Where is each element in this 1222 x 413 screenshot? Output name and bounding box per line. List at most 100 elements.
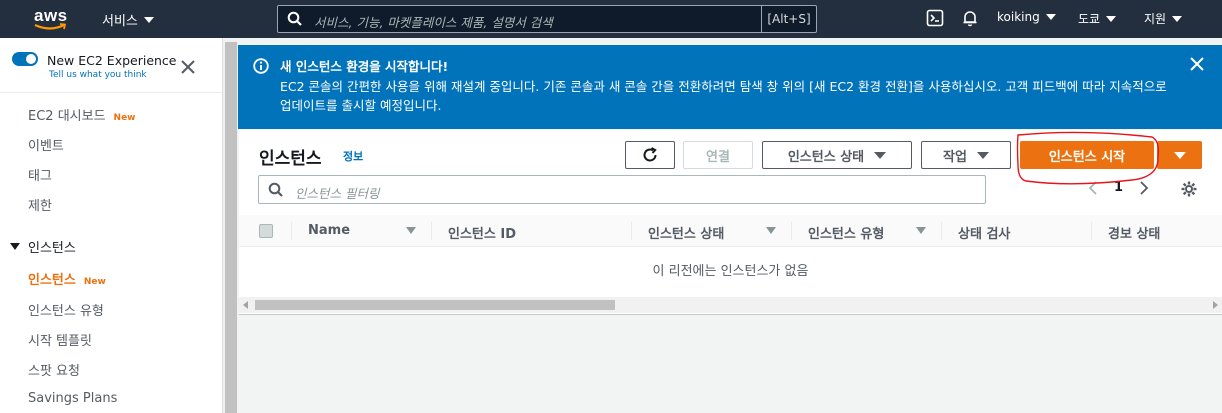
chevron-down-icon bbox=[1045, 14, 1056, 20]
bell-icon bbox=[963, 11, 977, 27]
filter-placeholder: 인스턴스 필터링 bbox=[295, 186, 380, 201]
empty-state-message: 이 리전에는 인스턴스가 없음 bbox=[652, 264, 809, 279]
column-alarm-status[interactable]: 경보 상태 bbox=[1108, 223, 1160, 242]
sidebar-scrollbar[interactable] bbox=[222, 38, 238, 413]
terminal-icon bbox=[926, 9, 944, 27]
sidebar-item-instances[interactable]: 인스턴스 New bbox=[28, 269, 106, 288]
page-title: 인스턴스 bbox=[259, 149, 322, 169]
refresh-button[interactable] bbox=[625, 141, 675, 169]
scrollbar-thumb[interactable] bbox=[225, 42, 237, 413]
sidebar-item-label: EC2 대시보드 bbox=[28, 109, 106, 124]
instance-state-label: 인스턴스 상태 bbox=[787, 149, 865, 165]
column-divider bbox=[1091, 222, 1092, 240]
sidebar-item-spot-requests[interactable]: 스팟 요청 bbox=[28, 360, 80, 379]
sidebar-item-label: 스팟 요청 bbox=[28, 364, 80, 379]
sidebar-item-limits[interactable]: 제한 bbox=[28, 195, 52, 214]
chevron-down-icon bbox=[1172, 15, 1183, 22]
account-name: koiking bbox=[997, 10, 1040, 24]
horizontal-scrollbar[interactable] bbox=[239, 297, 1222, 313]
flash-body: EC2 콘솔의 간편한 사용을 위해 재설계 중입니다. 기존 콘솔과 새 콘솔… bbox=[280, 79, 1167, 113]
close-icon[interactable] bbox=[181, 60, 195, 74]
services-menu[interactable]: 서비스 bbox=[102, 10, 154, 29]
search-icon bbox=[268, 182, 283, 197]
red-circle-annotation bbox=[1016, 131, 1160, 185]
region-menu[interactable]: 도쿄 bbox=[1078, 10, 1117, 27]
notifications-button[interactable] bbox=[961, 9, 979, 27]
sidebar-item-savings-plans[interactable]: Savings Plans bbox=[28, 391, 117, 406]
feedback-link[interactable]: Tell us what you think bbox=[49, 70, 147, 80]
support-menu[interactable]: 지원 bbox=[1144, 10, 1183, 27]
caret-down-icon bbox=[10, 243, 20, 250]
caret-down-icon bbox=[874, 151, 887, 159]
column-instance-type[interactable]: 인스턴스 유형 bbox=[808, 223, 884, 242]
sidebar-item-tags[interactable]: 태그 bbox=[28, 165, 52, 184]
region-name: 도쿄 bbox=[1078, 12, 1101, 26]
sidebar-section-label: 인스턴스 bbox=[28, 241, 76, 256]
instance-filter-input[interactable]: 인스턴스 필터링 bbox=[258, 175, 986, 204]
sidebar-item-label: 시작 템플릿 bbox=[28, 334, 92, 349]
aws-logo[interactable]: aws bbox=[34, 6, 74, 32]
launch-options-button[interactable] bbox=[1157, 141, 1202, 169]
gear-icon[interactable] bbox=[1180, 180, 1198, 198]
sidebar-item-launch-templates[interactable]: 시작 템플릿 bbox=[28, 330, 92, 349]
sort-icon[interactable] bbox=[916, 227, 926, 234]
caret-down-icon bbox=[1173, 151, 1186, 159]
column-instance-state[interactable]: 인스턴스 상태 bbox=[648, 223, 724, 242]
services-label: 서비스 bbox=[102, 14, 138, 29]
column-divider bbox=[941, 222, 942, 240]
sidebar-item-label: 인스턴스 bbox=[28, 273, 76, 288]
sidebar-item-label: 태그 bbox=[28, 169, 52, 184]
chevron-down-icon bbox=[1106, 15, 1117, 22]
column-divider bbox=[791, 222, 792, 240]
new-experience-label: New EC2 Experience bbox=[47, 53, 177, 68]
sidebar-item-label: Savings Plans bbox=[28, 391, 118, 406]
sidebar: New EC2 Experience Tell us what you thin… bbox=[0, 38, 222, 413]
flash-banner: 새 인스턴스 환경을 시작합니다! EC2 콘솔의 간편한 사용을 위해 재설계… bbox=[238, 45, 1222, 129]
scroll-right-icon[interactable] bbox=[1213, 301, 1218, 309]
flash-title: 새 인스턴스 환경을 시작합니다! bbox=[280, 59, 449, 74]
sidebar-item-ec2-dashboard[interactable]: EC2 대시보드 New bbox=[28, 105, 136, 124]
actions-label: 작업 bbox=[943, 149, 967, 165]
sidebar-item-label: 제한 bbox=[28, 199, 52, 214]
search-icon bbox=[287, 11, 302, 26]
close-icon[interactable] bbox=[1190, 57, 1204, 71]
table-header: Name 인스턴스 ID 인스턴스 상태 인스턴스 유형 상태 검사 경보 상태 bbox=[239, 215, 1222, 247]
column-divider bbox=[631, 222, 632, 240]
connect-label: 연결 bbox=[706, 149, 730, 165]
chevron-down-icon bbox=[143, 16, 154, 23]
sidebar-section-instances[interactable]: 인스턴스 bbox=[10, 237, 76, 256]
column-status-check[interactable]: 상태 검사 bbox=[958, 223, 1010, 242]
cloudshell-button[interactable] bbox=[926, 9, 944, 27]
search-placeholder: 서비스, 기능, 마켓플레이스 제품, 설명서 검색 bbox=[314, 15, 553, 30]
sidebar-item-events[interactable]: 이벤트 bbox=[28, 135, 64, 154]
support-label: 지원 bbox=[1144, 12, 1167, 26]
info-icon bbox=[253, 58, 269, 74]
account-menu[interactable]: koiking bbox=[997, 10, 1056, 24]
scrollbar-thumb[interactable] bbox=[255, 300, 615, 310]
select-all-checkbox[interactable] bbox=[259, 224, 273, 238]
info-link[interactable]: 정보 bbox=[343, 148, 363, 164]
sort-icon[interactable] bbox=[766, 227, 776, 234]
new-badge: New bbox=[83, 277, 106, 287]
actions-button[interactable]: 작업 bbox=[921, 141, 1011, 169]
column-divider bbox=[431, 222, 432, 240]
column-name[interactable]: Name bbox=[308, 223, 350, 238]
column-instance-id[interactable]: 인스턴스 ID bbox=[448, 223, 516, 242]
search-input[interactable]: 서비스, 기능, 마켓플레이스 제품, 설명서 검색 [Alt+S] bbox=[277, 5, 817, 33]
refresh-icon bbox=[643, 147, 657, 162]
caret-down-icon bbox=[976, 151, 989, 159]
column-divider bbox=[291, 222, 292, 240]
sidebar-item-label: 인스턴스 유형 bbox=[28, 304, 104, 319]
sort-icon[interactable] bbox=[406, 227, 416, 234]
new-experience-toggle[interactable] bbox=[12, 52, 38, 66]
aws-smile-icon bbox=[34, 23, 67, 30]
sidebar-item-label: 이벤트 bbox=[28, 139, 64, 154]
sidebar-item-instance-types[interactable]: 인스턴스 유형 bbox=[28, 300, 104, 319]
new-badge: New bbox=[113, 113, 136, 123]
sidebar-divider bbox=[0, 92, 222, 93]
search-shortcut: [Alt+S] bbox=[761, 5, 816, 33]
connect-button[interactable]: 연결 bbox=[683, 141, 753, 169]
scroll-left-icon[interactable] bbox=[243, 301, 248, 309]
top-navigation: aws 서비스 서비스, 기능, 마켓플레이스 제품, 설명서 검색 [Alt+… bbox=[0, 0, 1222, 38]
instance-state-button[interactable]: 인스턴스 상태 bbox=[762, 141, 912, 169]
